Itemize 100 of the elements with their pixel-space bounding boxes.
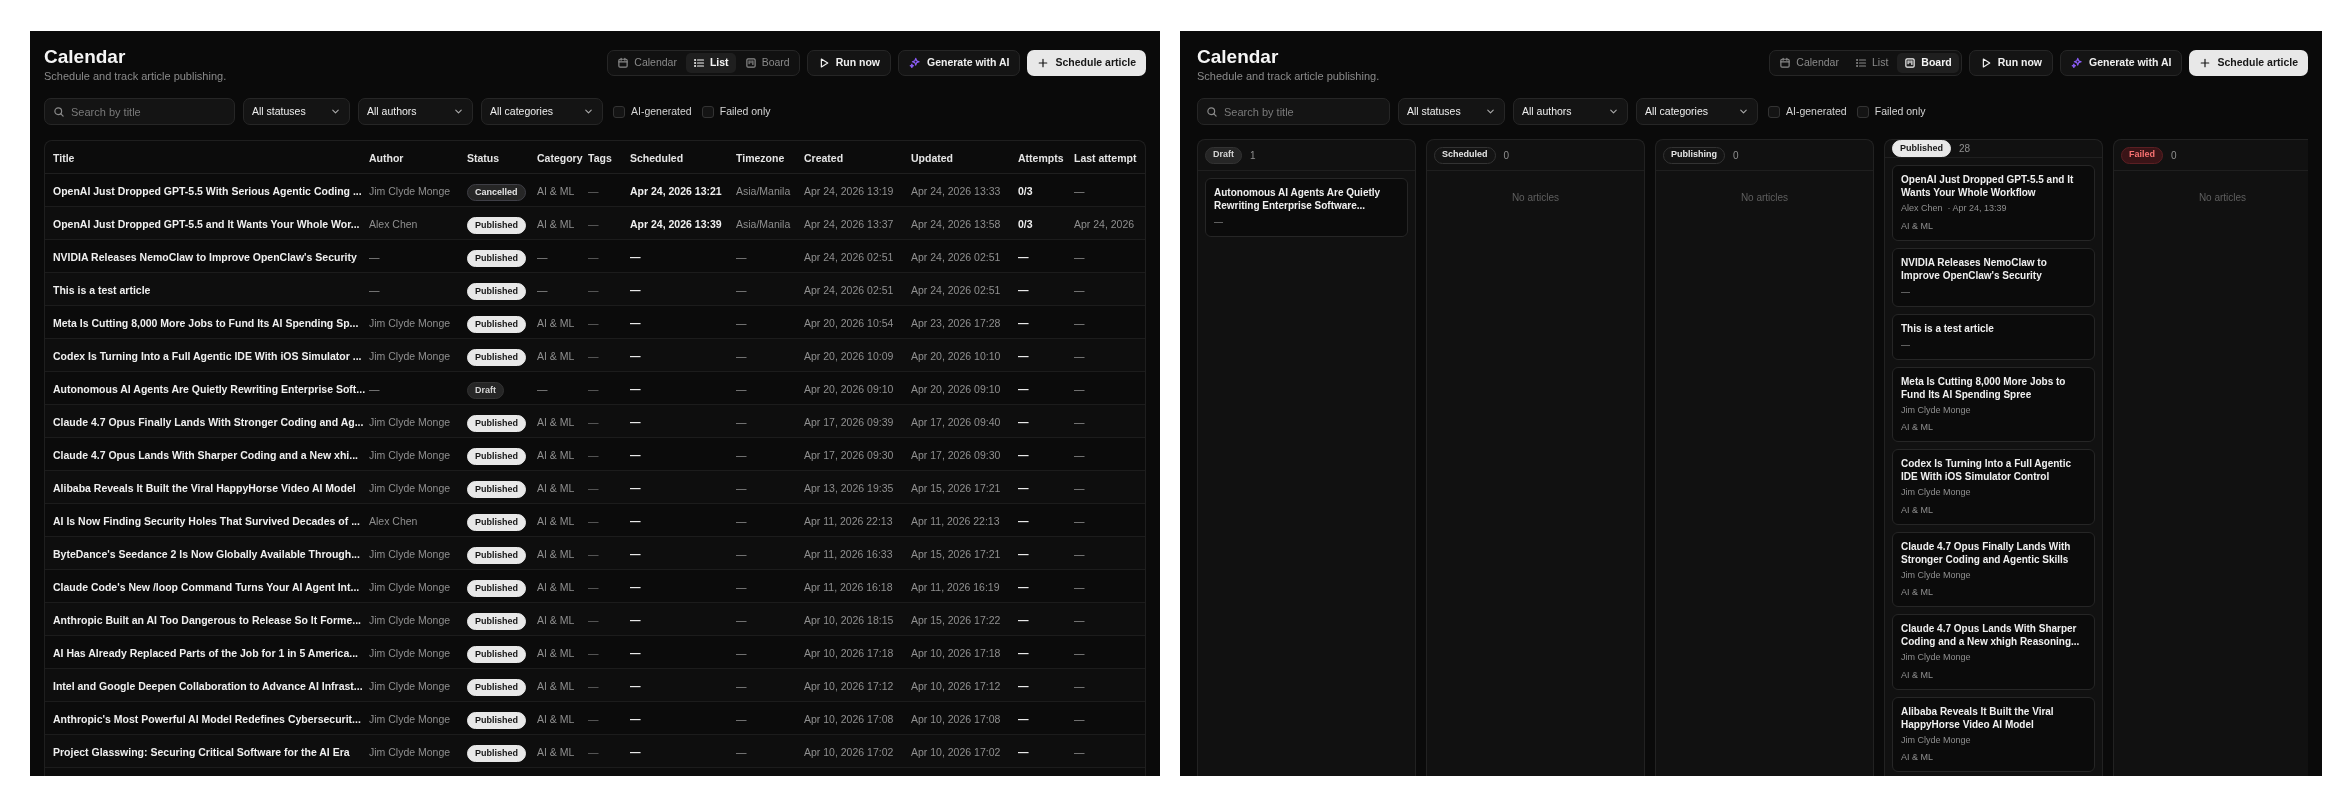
created-date: Apr 11, 2026 16:33 xyxy=(804,548,893,560)
last-attempt-date: — xyxy=(1074,581,1085,593)
search-field[interactable]: Search by title xyxy=(1197,98,1390,125)
tags-text: — xyxy=(588,581,599,593)
scheduled-date: — xyxy=(630,647,641,659)
card-date: · Apr 24, 13:39 xyxy=(1947,202,2007,215)
view-tab[interactable]: Board xyxy=(737,53,797,73)
status-filter-dropdown[interactable]: All statuses xyxy=(1398,98,1505,125)
column-count: 0 xyxy=(2171,148,2177,163)
article-card[interactable]: Claude 4.7 Opus Lands With Sharper Coding and a New xhigh Reasoning... Jim Clyde Monge AI & ML xyxy=(1892,614,2095,690)
plus-icon xyxy=(2199,57,2212,69)
card-title: Alibaba Reveals It Built the Viral HappyHorse Video AI Model xyxy=(1901,704,2055,731)
attempts-count: — xyxy=(1018,284,1029,296)
card-title: Meta Is Cutting 8,000 More Jobs to Fund Its AI Spending Spree xyxy=(1901,374,2067,401)
tags-text: — xyxy=(588,416,599,428)
list-icon xyxy=(1854,57,1867,69)
search-icon xyxy=(1206,106,1218,118)
scheduled-date: Apr 24, 2026 13:39 xyxy=(630,218,722,230)
category-filter-dropdown[interactable]: All categories xyxy=(1636,98,1758,125)
article-card[interactable]: NVIDIA Releases NemoClaw to Improve OpenClaw's Security — xyxy=(1892,247,2095,307)
chevron-down-icon xyxy=(1485,106,1496,117)
category-text: — xyxy=(537,251,548,263)
tags-text: — xyxy=(588,185,599,197)
updated-date: Apr 10, 2026 17:12 xyxy=(911,680,1001,692)
timezone-text: — xyxy=(736,548,747,560)
article-card[interactable]: Alibaba Reveals It Built the Viral HappyHorse Video AI Model Jim Clyde Monge AI & ML xyxy=(1892,696,2095,772)
category-text: AI & ML xyxy=(537,746,575,758)
schedule-article-button[interactable]: Schedule article xyxy=(2189,50,2308,76)
tags-text: — xyxy=(588,449,599,461)
checkbox[interactable] xyxy=(1856,105,1869,118)
view-tab[interactable]: List xyxy=(685,53,736,73)
view-tab[interactable]: Calendar xyxy=(1772,53,1846,73)
article-card[interactable]: Claude 4.7 Opus Finally Lands With Stronger Coding and Agentic Skills Jim Clyde Monge AI & ML xyxy=(1892,531,2095,607)
author-name: Jim Clyde Monge xyxy=(369,350,451,362)
attempts-count: — xyxy=(1018,350,1029,362)
status-badge: Published xyxy=(467,646,526,664)
author-filter-dropdown[interactable]: All authors xyxy=(358,98,473,125)
checkbox[interactable] xyxy=(613,105,625,118)
status-badge: Draft xyxy=(1205,146,1242,164)
author-name: Jim Clyde Monge xyxy=(369,581,451,593)
last-attempt-date: — xyxy=(1074,383,1085,395)
sparkles-icon xyxy=(909,57,921,69)
category-filter-dropdown[interactable]: All categories xyxy=(481,98,603,125)
timezone-text: — xyxy=(736,317,747,329)
author-name: — xyxy=(369,251,380,263)
scheduled-date: — xyxy=(630,680,641,692)
view-tab[interactable]: List xyxy=(1847,53,1896,73)
column-header: Timezone xyxy=(736,152,785,164)
timezone-text: — xyxy=(736,482,747,494)
author-name: Alex Chen xyxy=(369,515,418,527)
checkbox-label: AI-generated xyxy=(631,103,692,119)
updated-date: Apr 10, 2026 17:08 xyxy=(911,713,1001,725)
scheduled-date: — xyxy=(630,482,641,494)
last-attempt-date: — xyxy=(1074,449,1085,461)
card-author: Jim Clyde Monge xyxy=(1901,568,1971,582)
article-card[interactable]: OpenAI Just Dropped GPT-5.5 and It Wants Your Whole Workflow Alex Chen · Apr 24, 13:39 AI & ML xyxy=(1892,165,2095,241)
search-field[interactable]: Search by title xyxy=(44,98,235,125)
generate-button[interactable]: Generate with AI xyxy=(2060,50,2183,76)
author-name: Jim Clyde Monge xyxy=(369,416,451,428)
status-filter-dropdown[interactable]: All statuses xyxy=(243,98,350,125)
last-attempt-date: — xyxy=(1074,680,1085,692)
article-card[interactable]: Codex Is Turning Into a Full Agentic IDE With iOS Simulator Control Jim Clyde Monge AI & ML xyxy=(1892,449,2095,525)
last-attempt-date: — xyxy=(1074,515,1085,527)
article-title: Intel and Google Deepen Collaboration to Advance AI Infrast... xyxy=(53,680,363,692)
view-tab[interactable]: Board xyxy=(1897,53,1959,73)
created-date: Apr 24, 2026 02:51 xyxy=(804,284,894,296)
view-tab[interactable]: Calendar xyxy=(610,53,684,73)
attempts-count: — xyxy=(1018,548,1029,560)
article-title: NVIDIA Releases NemoClaw to Improve OpenClaw's Security xyxy=(53,251,357,263)
article-title: Claude Code's New /loop Command Turns Your AI Agent Int... xyxy=(53,581,360,593)
attempts-count: — xyxy=(1018,680,1029,692)
article-card[interactable]: Meta Is Cutting 8,000 More Jobs to Fund Its AI Spending Spree Jim Clyde Monge AI & ML xyxy=(1892,366,2095,442)
created-date: Apr 20, 2026 10:09 xyxy=(804,350,894,362)
updated-date: Apr 17, 2026 09:30 xyxy=(911,449,1001,461)
run-now-button[interactable]: Run now xyxy=(1968,50,2053,76)
status-badge: Published xyxy=(467,349,526,367)
column-header: Updated xyxy=(911,152,953,164)
created-date: Apr 10, 2026 18:15 xyxy=(804,614,894,626)
schedule-article-button[interactable]: Schedule article xyxy=(1027,50,1146,76)
run-now-button[interactable]: Run now xyxy=(806,50,891,76)
category-text: AI & ML xyxy=(537,185,575,197)
attempts-count: — xyxy=(1018,449,1029,461)
updated-date: Apr 20, 2026 10:10 xyxy=(911,350,1001,362)
column-count: 1 xyxy=(1250,148,1256,163)
created-date: Apr 24, 2026 13:37 xyxy=(804,218,894,230)
generate-button[interactable]: Generate with AI xyxy=(898,50,1021,76)
column-header: Created xyxy=(804,152,844,164)
article-card[interactable]: This is a test article — xyxy=(1892,313,2095,360)
checkbox[interactable] xyxy=(1768,105,1780,118)
author-name: Jim Clyde Monge xyxy=(369,185,451,197)
article-card[interactable]: Autonomous AI Agents Are Quietly Rewriting Enterprise Software... — xyxy=(1205,178,1408,237)
scheduled-date: — xyxy=(630,449,641,461)
status-badge: Published xyxy=(467,481,526,499)
last-attempt-date: — xyxy=(1074,713,1085,725)
author-filter-dropdown[interactable]: All authors xyxy=(1513,98,1628,125)
category-text: AI & ML xyxy=(537,548,575,560)
last-attempt-date: — xyxy=(1074,185,1085,197)
chevron-down-icon xyxy=(453,106,464,117)
category-text: AI & ML xyxy=(537,713,575,725)
checkbox[interactable] xyxy=(701,105,714,118)
